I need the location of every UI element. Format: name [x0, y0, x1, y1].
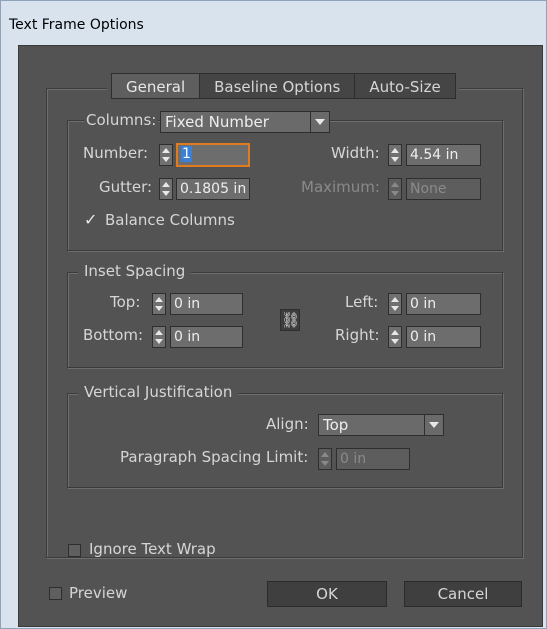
top-input[interactable]: 0 in [170, 293, 243, 315]
dialog-client-area: Columns: Fixed Number Number: 1 Width: 4… [18, 45, 543, 627]
paragraph-spacing-label: Paragraph Spacing Limit: [120, 448, 309, 466]
general-panel: Columns: Fixed Number Number: 1 Width: 4… [46, 88, 523, 558]
number-label: Number: [83, 144, 149, 162]
ignore-text-wrap-checkbox[interactable] [68, 544, 81, 557]
dialog-title: Text Frame Options [9, 17, 144, 33]
cancel-button[interactable]: Cancel [404, 581, 522, 607]
inset-spacing-group: Inset Spacing Top: 0 in Bottom: 0 in ⛓ L… [67, 262, 503, 368]
number-stepper[interactable] [159, 144, 173, 166]
vertical-justification-title: Vertical Justification [78, 383, 239, 401]
bottom-input[interactable]: 0 in [170, 326, 243, 348]
top-label: Top: [110, 293, 141, 311]
gutter-input[interactable]: 0.1805 in [176, 178, 250, 200]
vertical-justification-group: Vertical Justification Align: Top Paragr… [67, 383, 503, 488]
align-value: Top [323, 416, 349, 434]
left-input[interactable]: 0 in [406, 293, 481, 315]
right-input[interactable]: 0 in [406, 326, 481, 348]
gutter-label: Gutter: [99, 178, 153, 196]
bottom-stepper[interactable] [152, 326, 166, 348]
right-label: Right: [335, 326, 380, 344]
balance-columns-label: Balance Columns [105, 211, 235, 229]
columns-group: Columns: Fixed Number Number: 1 Width: 4… [67, 111, 503, 251]
align-label: Align: [266, 415, 309, 433]
top-stepper[interactable] [152, 293, 166, 315]
paragraph-spacing-input: 0 in [336, 448, 410, 470]
balance-columns-check-icon[interactable]: ✓ [84, 212, 97, 228]
chevron-down-icon [424, 415, 443, 435]
left-label: Left: [345, 293, 379, 311]
ok-button[interactable]: OK [267, 581, 387, 607]
paragraph-spacing-stepper [318, 448, 332, 470]
columns-mode-value: Fixed Number [165, 113, 269, 131]
number-input-value: 1 [181, 146, 192, 162]
maximum-label: Maximum: [301, 178, 380, 196]
right-stepper[interactable] [388, 326, 402, 348]
align-dropdown[interactable]: Top [318, 414, 444, 436]
left-stepper[interactable] [388, 293, 402, 315]
width-label: Width: [331, 144, 380, 162]
tab-auto-size[interactable]: Auto-Size [354, 73, 456, 99]
chevron-down-icon [310, 112, 329, 132]
maximum-stepper [388, 178, 402, 200]
ignore-text-wrap-label: Ignore Text Wrap [89, 540, 216, 558]
tab-bar: General Baseline Options Auto-Size [107, 73, 459, 101]
columns-label: Columns: [84, 111, 159, 129]
inset-spacing-title: Inset Spacing [78, 262, 192, 280]
bottom-label: Bottom: [83, 326, 144, 344]
number-input[interactable]: 1 [176, 143, 250, 167]
link-settings-icon[interactable]: ⛓ [280, 309, 300, 331]
maximum-input: None [406, 178, 481, 200]
columns-mode-dropdown[interactable]: Fixed Number [160, 111, 330, 133]
width-stepper[interactable] [388, 144, 402, 166]
tab-general[interactable]: General [111, 73, 201, 99]
dialog-window: Text Frame Options Columns: Fixed Number… [0, 0, 547, 629]
width-input[interactable]: 4.54 in [406, 144, 481, 166]
preview-checkbox[interactable] [49, 587, 62, 600]
tab-baseline-options[interactable]: Baseline Options [199, 73, 356, 99]
gutter-stepper[interactable] [159, 178, 173, 200]
preview-label: Preview [69, 584, 128, 602]
